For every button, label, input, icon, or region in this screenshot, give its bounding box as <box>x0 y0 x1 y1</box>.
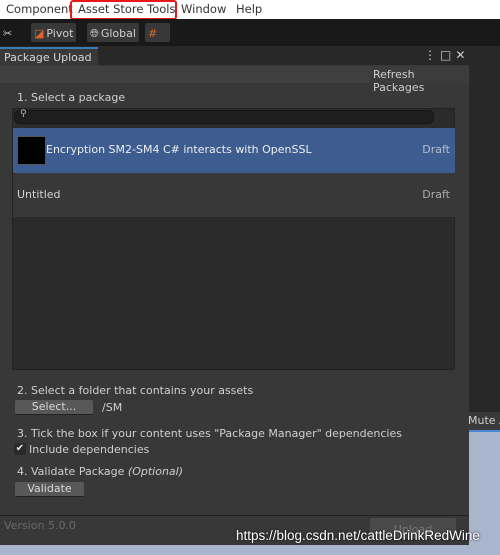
grid-snap-icon: # <box>148 27 158 40</box>
package-thumbnail <box>17 136 46 165</box>
close-icon[interactable]: ✕ <box>455 48 469 62</box>
package-name: Untitled <box>17 188 61 201</box>
search-icon: ⚲ <box>20 109 27 119</box>
toolbar: ✂ ◪ Pivot 🌐︎ Global # <box>0 19 500 46</box>
select-folder-button[interactable]: Select... <box>15 400 93 415</box>
menu-help[interactable]: Help <box>236 2 262 16</box>
search-input[interactable]: ⚲ <box>14 109 434 124</box>
folder-path: /SM <box>102 401 123 414</box>
snap-button[interactable]: # <box>145 23 170 42</box>
more-icon[interactable]: ⋮ <box>424 48 440 62</box>
pivot-icon: ◪ <box>34 27 45 40</box>
package-name: Encryption SM2-SM4 C# interacts with Ope… <box>46 143 312 156</box>
global-button[interactable]: 🌐︎ Global <box>87 23 139 42</box>
maximize-icon[interactable]: □ <box>440 48 455 62</box>
scene-view-bottom <box>0 545 469 555</box>
step1-label: 1. Select a package <box>17 91 126 104</box>
step3-label: 3. Tick the box if your content uses "Pa… <box>17 427 402 440</box>
package-status: Draft <box>422 188 450 201</box>
pivot-label: Pivot <box>46 27 74 40</box>
watermark: https://blog.csdn.net/cattleDrinkRedWine <box>236 528 480 543</box>
validate-button[interactable]: Validate <box>15 482 84 497</box>
menu-window[interactable]: Window <box>181 2 226 16</box>
window-controls: ⋮□✕ <box>424 48 469 62</box>
mute-audio-button[interactable]: Mute A <box>465 412 500 430</box>
step4-label: 4. Validate Package (Optional) <box>17 465 183 478</box>
pivot-button[interactable]: ◪ Pivot <box>31 23 77 42</box>
step2-label: 2. Select a folder that contains your as… <box>17 384 254 397</box>
optional-text: (Optional) <box>127 465 184 478</box>
highlight-box <box>70 0 177 20</box>
package-item[interactable]: Encryption SM2-SM4 C# interacts with Ope… <box>13 128 455 173</box>
tools-icon[interactable]: ✂ <box>0 23 16 42</box>
refresh-packages-button[interactable]: Refresh Packages <box>370 66 468 94</box>
global-label: Global <box>100 27 136 40</box>
menu-component[interactable]: Component <box>6 2 73 16</box>
include-dependencies-checkbox[interactable]: ✔ <box>14 443 26 455</box>
step4-text: 4. Validate Package <box>17 465 128 478</box>
include-dependencies-label: Include dependencies <box>29 443 150 456</box>
globe-icon: 🌐︎ <box>90 26 99 40</box>
version-label: Version 5.0.0 <box>4 519 76 532</box>
tab-package-upload[interactable]: Package Upload <box>0 47 98 66</box>
package-status: Draft <box>422 143 450 156</box>
package-item[interactable]: Untitled Draft <box>13 173 455 217</box>
